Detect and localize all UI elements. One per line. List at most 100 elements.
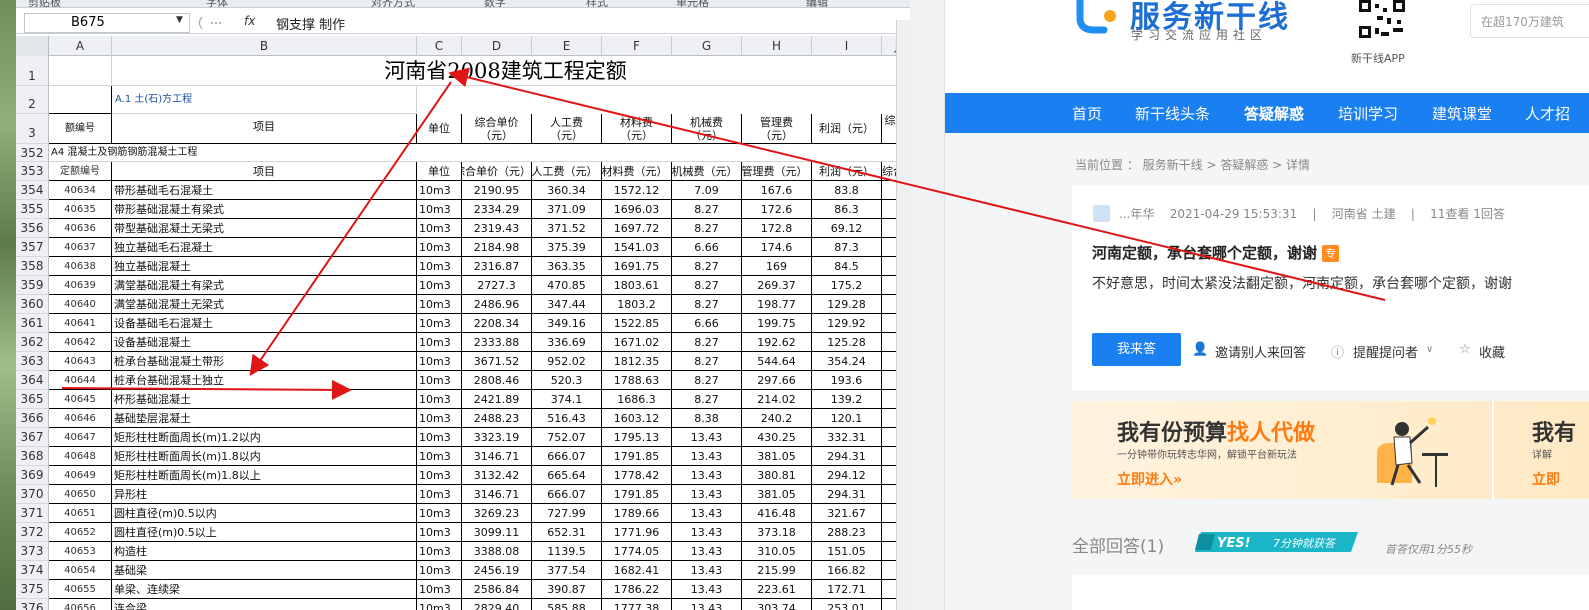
header-cell-code[interactable]: 定额编号 [49,162,112,181]
header-cell-labor[interactable]: 人工费（元） [532,162,602,181]
cell-machine[interactable]: 8.27 [672,257,742,276]
column-header-b[interactable]: B [112,36,417,56]
cell-code[interactable]: 40643 [49,352,112,371]
column-header-i[interactable]: I [812,36,882,56]
cell-material[interactable]: 1603.12 [602,409,672,428]
cell-price[interactable]: 2208.34 [462,314,532,333]
cell-labor[interactable]: 360.34 [532,181,602,200]
row-header[interactable]: 358 [16,257,49,276]
cell-code[interactable]: 40635 [49,200,112,219]
cell-profit[interactable]: 321.67 [812,504,882,523]
cell-profit[interactable]: 294.31 [812,447,882,466]
cell-labor[interactable]: 374.1 [532,390,602,409]
cell-mgmt[interactable]: 430.25 [742,428,812,447]
cell-unit[interactable]: 10m3 [417,333,462,352]
cell-unit[interactable]: 10m3 [417,276,462,295]
row-header[interactable]: 372 [16,523,49,542]
cell-item[interactable]: 满堂基础混凝土有梁式 [112,276,417,295]
cell-material[interactable]: 1778.42 [602,466,672,485]
cell-labor[interactable]: 336.69 [532,333,602,352]
cell-material[interactable]: 1572.12 [602,181,672,200]
qr-code-icon[interactable] [1353,0,1411,40]
cell-item[interactable]: 带型基础混凝土无梁式 [112,219,417,238]
cell-code[interactable]: 40649 [49,466,112,485]
header-cell-mgmt[interactable]: 管理费 （元） [742,114,812,144]
row-header[interactable]: 371 [16,504,49,523]
cell-profit[interactable]: 129.28 [812,295,882,314]
cell-code[interactable]: 40634 [49,181,112,200]
cell-labor[interactable]: 952.02 [532,352,602,371]
cell-labor[interactable]: 666.07 [532,447,602,466]
cell-item[interactable]: 桩承台基础混凝土带形 [112,352,417,371]
cell-unit[interactable]: 10m3 [417,390,462,409]
cell-profit[interactable]: 288.23 [812,523,882,542]
cell-unit[interactable]: 10m3 [417,523,462,542]
cell-profit[interactable]: 332.31 [812,428,882,447]
header-cell-code[interactable]: 额编号 [49,114,112,144]
cell-price[interactable]: 2319.43 [462,219,532,238]
cell-mgmt[interactable]: 303.74 [742,599,812,610]
cell-labor[interactable]: 516.43 [532,409,602,428]
cell-unit[interactable]: 10m3 [417,580,462,599]
cell-price[interactable]: 2456.19 [462,561,532,580]
cell-material[interactable]: 1795.13 [602,428,672,447]
row-header[interactable]: 366 [16,409,49,428]
cell-labor[interactable]: 363.35 [532,257,602,276]
cell-machine[interactable]: 8.27 [672,352,742,371]
row-header[interactable]: 3 [16,114,49,144]
ribbon-group-clipboard[interactable]: 剪贴板 [28,0,61,7]
nav-item-classroom[interactable]: 建筑课堂 [1432,103,1492,124]
cell-profit[interactable]: 294.31 [812,485,882,504]
cell-machine[interactable]: 13.43 [672,561,742,580]
cell-code[interactable]: 40638 [49,257,112,276]
site-logo-icon[interactable] [1070,0,1118,40]
cell-material[interactable]: 1774.05 [602,542,672,561]
ribbon-group-editing[interactable]: 编辑 [806,0,828,7]
cell-profit[interactable]: 69.12 [812,219,882,238]
section-label[interactable]: A.1 土(石)方工程 [112,86,417,114]
cell-item[interactable]: 圆柱直径(m)0.5以上 [112,523,417,542]
answer-button[interactable]: 我来答 [1092,333,1181,366]
header-cell-profit[interactable]: 利润（元） [812,114,882,144]
cell-labor[interactable]: 727.99 [532,504,602,523]
cell-unit[interactable]: 10m3 [417,504,462,523]
column-header-f[interactable]: F [602,36,672,56]
row-header[interactable]: 362 [16,333,49,352]
cell-code[interactable]: 40652 [49,523,112,542]
nav-item-qa[interactable]: 答疑解惑 [1244,103,1304,124]
cell-code[interactable]: 40637 [49,238,112,257]
cell-code[interactable]: 40654 [49,561,112,580]
cell-price[interactable]: 2486.96 [462,295,532,314]
cell-item[interactable]: 设备基础毛石混凝土 [112,314,417,333]
cell-mgmt[interactable]: 223.61 [742,580,812,599]
cell-item[interactable]: 连合梁 [112,599,417,610]
row-header[interactable]: 369 [16,466,49,485]
cell-price[interactable]: 2488.23 [462,409,532,428]
row-header[interactable]: 373 [16,542,49,561]
cell-price[interactable]: 2808.46 [462,371,532,390]
cell-code[interactable]: 40647 [49,428,112,447]
cell-unit[interactable]: 10m3 [417,181,462,200]
cell-unit[interactable]: 10m3 [417,542,462,561]
cell-code[interactable]: 40642 [49,333,112,352]
cell-item[interactable]: 构造柱 [112,542,417,561]
cell-unit[interactable]: 10m3 [417,219,462,238]
cell-price[interactable]: 3671.52 [462,352,532,371]
ribbon-group-cells[interactable]: 单元格 [676,0,709,7]
row-header[interactable]: 359 [16,276,49,295]
cell-item[interactable]: 基础垫层混凝土 [112,409,417,428]
cell-machine[interactable]: 13.43 [672,580,742,599]
cell-code[interactable]: 40650 [49,485,112,504]
cell-machine[interactable]: 8.38 [672,409,742,428]
cell-machine[interactable]: 6.66 [672,238,742,257]
cell-item[interactable]: 矩形柱柱断面周长(m)1.8以内 [112,447,417,466]
header-cell-material[interactable]: 材料费 （元） [602,114,672,144]
cell-item[interactable]: 带形基础毛石混凝土 [112,181,417,200]
cell-profit[interactable]: 87.3 [812,238,882,257]
cell-labor[interactable]: 585.88 [532,599,602,610]
cell-mgmt[interactable]: 310.05 [742,542,812,561]
cell-mgmt[interactable]: 172.6 [742,200,812,219]
cell-code[interactable]: 40653 [49,542,112,561]
cell-price[interactable]: 3146.71 [462,485,532,504]
cell-material[interactable]: 1789.66 [602,504,672,523]
